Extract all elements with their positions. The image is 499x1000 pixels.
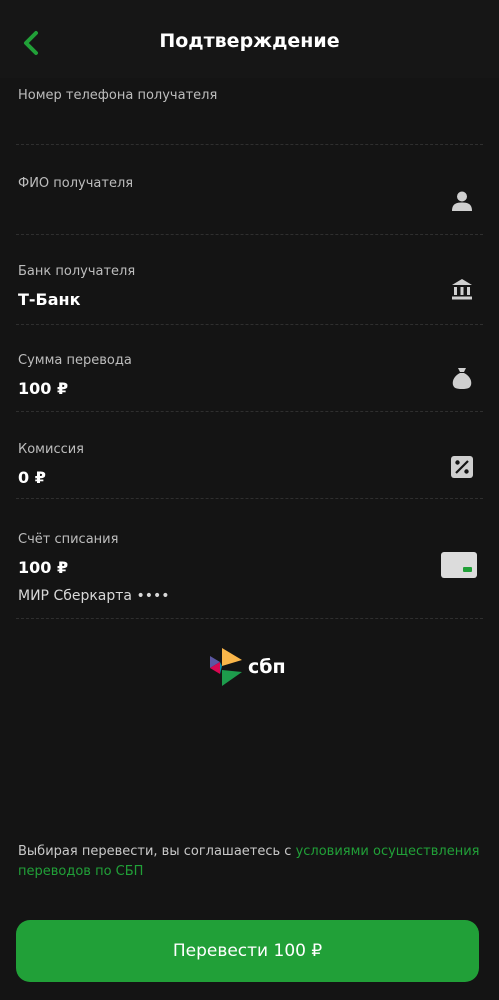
person-icon [449,188,475,214]
bank-icon [449,276,475,302]
divider [16,234,483,235]
debit-account-label: Счёт списания [18,532,119,547]
amount-value: 100 ₽ [18,379,69,398]
debit-account-balance: 100 ₽ [18,558,69,577]
divider [16,411,483,412]
amount-field: Сумма перевода 100 ₽ [0,351,499,421]
sbp-logo-text: сбп [248,656,286,678]
recipient-bank-value: Т-Банк [18,290,81,309]
divider [16,324,483,325]
commission-value: 0 ₽ [18,468,46,487]
amount-label: Сумма перевода [18,353,132,368]
recipient-bank-field: Банк получателя Т-Банк [0,262,499,332]
agreement-text: Выбирая перевести, вы соглашаетесь с усл… [18,842,480,882]
recipient-bank-label: Банк получателя [18,264,136,279]
transfer-button[interactable]: Перевести 100 ₽ [16,920,479,982]
header-bar: Подтверждение [0,0,499,78]
recipient-name-label: ФИО получателя [18,176,134,191]
money-bag-icon [449,365,475,391]
sbp-logo: сбп [208,646,292,688]
divider [16,144,483,145]
debit-account-card-name: МИР Сберкарта •••• [18,588,170,604]
debit-account-field[interactable]: Счёт списания 100 ₽ МИР Сберкарта •••• [0,530,499,624]
divider [16,498,483,499]
divider [16,618,483,619]
agreement-prefix: Выбирая перевести, вы соглашаетесь с [18,844,296,859]
page-title: Подтверждение [159,30,340,52]
commission-label: Комиссия [18,442,85,457]
recipient-phone-field: Номер телефона получателя [0,86,499,156]
sbp-logo-icon [210,648,242,686]
recipient-phone-label: Номер телефона получателя [18,88,218,103]
commission-field: Комиссия 0 ₽ [0,440,499,510]
card-icon [441,552,477,578]
percent-icon [449,454,475,480]
recipient-name-field: ФИО получателя [0,174,499,244]
